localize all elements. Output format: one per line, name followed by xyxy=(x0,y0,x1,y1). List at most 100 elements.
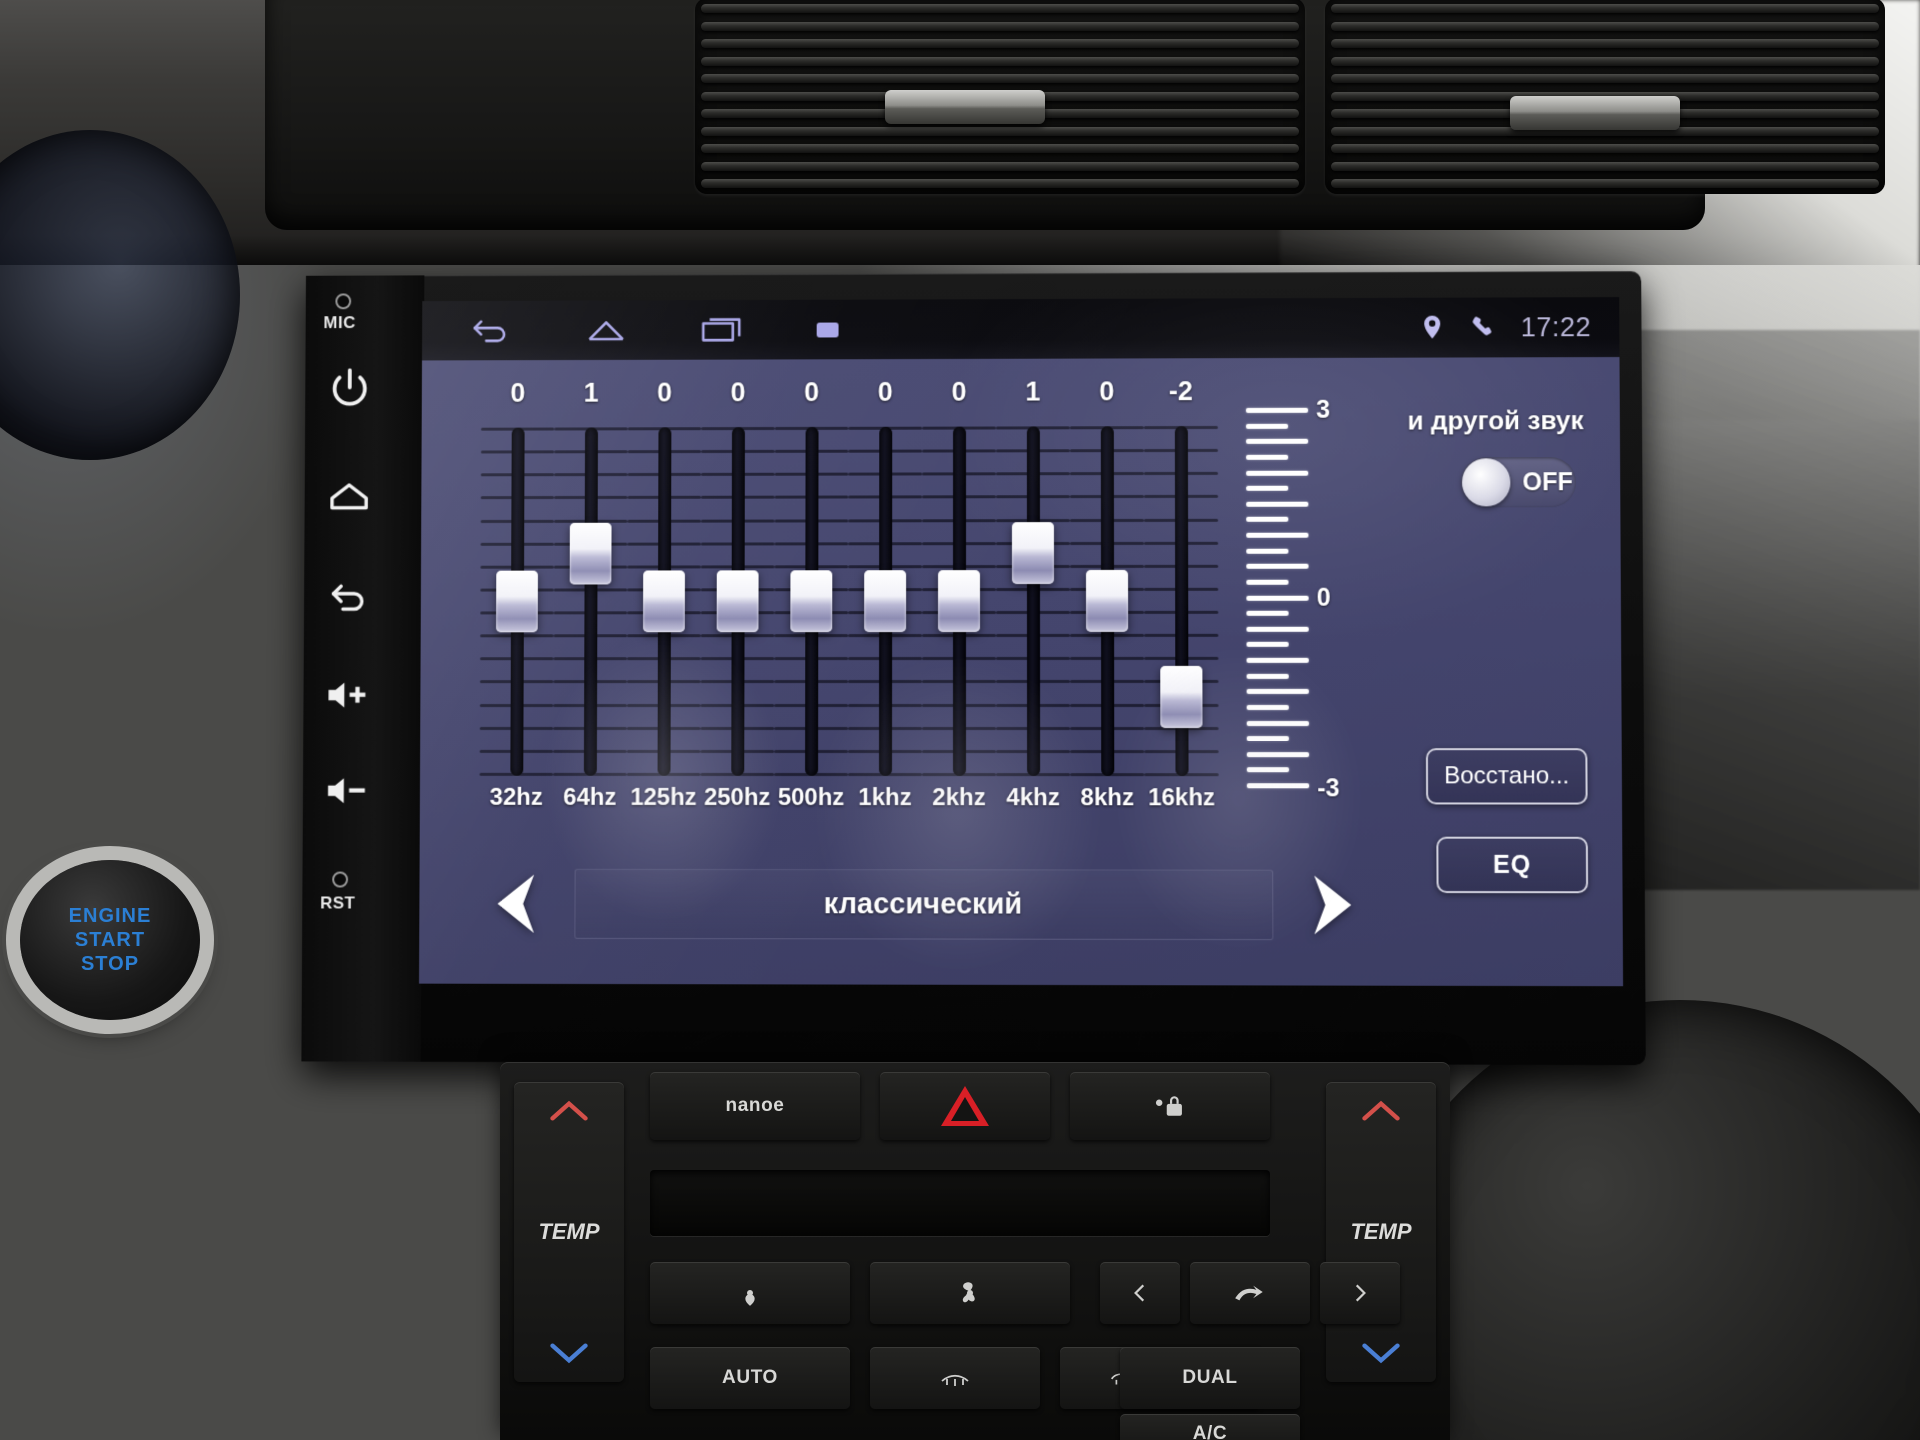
ruler-tick xyxy=(1246,642,1289,648)
eq-band-thumb[interactable] xyxy=(1011,522,1054,585)
climate-control-panel: TEMP TEMP nanoe AUTO DUAL A/C xyxy=(500,1062,1450,1440)
ruler-tick xyxy=(1246,439,1309,445)
eq-band-value: 0 xyxy=(510,378,526,408)
mode-next-button[interactable] xyxy=(1320,1262,1400,1324)
ac-button[interactable]: A/C xyxy=(1120,1414,1300,1440)
touchscreen-display[interactable]: 17:22 и другой звук OFF 0 32hz 1 64hz 0 125hz… xyxy=(419,297,1624,987)
eq-band-thumb[interactable] xyxy=(496,570,538,633)
temp-control-right[interactable]: TEMP xyxy=(1326,1082,1436,1382)
home-icon[interactable] xyxy=(584,315,628,345)
eq-band-slider[interactable] xyxy=(700,427,775,776)
eq-band-thumb[interactable] xyxy=(864,570,907,633)
power-icon[interactable] xyxy=(327,365,373,411)
eq-band-frequency-label: 500hz xyxy=(777,783,845,812)
fan-up-button[interactable] xyxy=(870,1262,1070,1324)
phone-icon xyxy=(1470,314,1494,340)
eq-band-slider[interactable] xyxy=(848,426,923,777)
eq-band-thumb[interactable] xyxy=(1085,569,1129,632)
temp-label-left: TEMP xyxy=(538,1219,600,1244)
door-trim xyxy=(1620,330,1920,890)
recents-icon[interactable] xyxy=(699,315,743,345)
preset-name-box[interactable]: классический xyxy=(574,868,1274,941)
eq-band-slider[interactable] xyxy=(921,426,997,777)
restore-defaults-button[interactable]: Восстано... xyxy=(1425,748,1588,805)
eq-band-thumb[interactable] xyxy=(569,522,612,585)
eq-band-thumb[interactable] xyxy=(1160,665,1203,729)
chevron-up-icon[interactable] xyxy=(547,1098,591,1124)
eq-band-slider[interactable] xyxy=(995,426,1071,777)
location-pin-icon xyxy=(1420,315,1444,341)
chevron-right-icon[interactable] xyxy=(1295,872,1370,939)
ruler-tick xyxy=(1246,501,1309,507)
back-icon[interactable] xyxy=(326,573,372,619)
car-interior-scene: ENGINE START STOP MIC RST 17:22 и другой… xyxy=(0,0,1920,1440)
eq-band-track xyxy=(1026,426,1040,777)
scale-label-bottom: -3 xyxy=(1317,773,1340,802)
engine-start-stop-button[interactable]: ENGINE START STOP xyxy=(20,860,200,1020)
chevron-left-icon xyxy=(1134,1284,1145,1302)
auto-button[interactable]: AUTO xyxy=(650,1347,850,1409)
air-vent-right[interactable] xyxy=(1325,0,1885,194)
eq-band-slider[interactable] xyxy=(1143,425,1219,777)
vent-knob-left[interactable] xyxy=(885,90,1045,124)
fan-down-button[interactable] xyxy=(650,1262,850,1324)
sound-effect-toggle[interactable]: OFF xyxy=(1460,457,1576,508)
toggle-knob xyxy=(1461,458,1511,507)
dual-mode-button[interactable]: DUAL xyxy=(1120,1347,1300,1409)
temp-label-right: TEMP xyxy=(1350,1219,1412,1244)
eq-band-250hz: 0 250hz xyxy=(700,377,775,856)
status-icons-group: 17:22 xyxy=(1420,312,1619,344)
eq-button[interactable]: EQ xyxy=(1436,836,1589,894)
eq-band-thumb[interactable] xyxy=(790,570,833,633)
eq-band-frequency-label: 125hz xyxy=(630,783,697,811)
eq-band-4khz: 1 4khz xyxy=(995,376,1071,857)
vent-knob-right[interactable] xyxy=(1510,96,1680,130)
eq-band-slider[interactable] xyxy=(626,427,702,776)
ruler-tick xyxy=(1246,548,1289,554)
lock-button[interactable] xyxy=(1070,1072,1270,1140)
eq-band-slider[interactable] xyxy=(479,427,555,776)
mode-prev-button[interactable] xyxy=(1100,1262,1180,1324)
airflow-icon xyxy=(1235,1285,1263,1301)
eq-band-8khz: 0 8khz xyxy=(1069,376,1145,856)
eq-band-thumb[interactable] xyxy=(938,570,980,633)
nanoe-button[interactable]: nanoe xyxy=(650,1072,860,1140)
chevron-right-icon xyxy=(1355,1284,1366,1302)
preset-selector: классический xyxy=(479,856,1370,954)
eq-band-slider[interactable] xyxy=(1069,426,1145,777)
eq-band-track xyxy=(583,427,598,776)
eq-band-slider[interactable] xyxy=(774,426,849,777)
chevron-down-icon[interactable] xyxy=(1359,1340,1403,1366)
rear-defrost-button[interactable] xyxy=(870,1347,1040,1409)
eq-band-value: 1 xyxy=(583,377,599,408)
ruler-tick xyxy=(1246,751,1310,757)
hazard-button[interactable] xyxy=(880,1072,1050,1140)
reset-hole[interactable] xyxy=(332,871,349,888)
chevron-left-icon[interactable] xyxy=(479,871,553,937)
screenshot-icon[interactable] xyxy=(815,320,841,340)
eq-band-value: 0 xyxy=(804,377,820,408)
back-icon[interactable] xyxy=(470,316,514,346)
scale-label-mid: 0 xyxy=(1316,583,1331,612)
eq-band-frequency-label: 64hz xyxy=(563,783,617,811)
dual-label: DUAL xyxy=(1182,1367,1238,1388)
eq-band-value: 1 xyxy=(1025,376,1041,407)
ruler-tick xyxy=(1246,783,1310,789)
cd-slot xyxy=(650,1170,1270,1236)
engine-button-line1: ENGINE xyxy=(68,904,152,927)
home-icon[interactable] xyxy=(326,474,372,520)
nanoe-label: nanoe xyxy=(725,1095,785,1116)
engine-button-line3: STOP xyxy=(80,952,140,975)
chevron-up-icon[interactable] xyxy=(1359,1098,1403,1124)
eq-band-slider[interactable] xyxy=(553,427,628,776)
chevron-down-icon[interactable] xyxy=(547,1340,591,1366)
eq-band-thumb[interactable] xyxy=(716,570,759,633)
air-vent-left[interactable] xyxy=(695,0,1305,194)
eq-band-frequency-label: 250hz xyxy=(703,783,771,811)
mode-select-button[interactable] xyxy=(1190,1262,1310,1324)
volume-down-icon[interactable] xyxy=(323,768,369,814)
eq-band-thumb[interactable] xyxy=(643,570,685,633)
volume-up-icon[interactable] xyxy=(323,672,369,718)
temp-control-left[interactable]: TEMP xyxy=(514,1082,624,1382)
ruler-tick xyxy=(1246,485,1289,491)
